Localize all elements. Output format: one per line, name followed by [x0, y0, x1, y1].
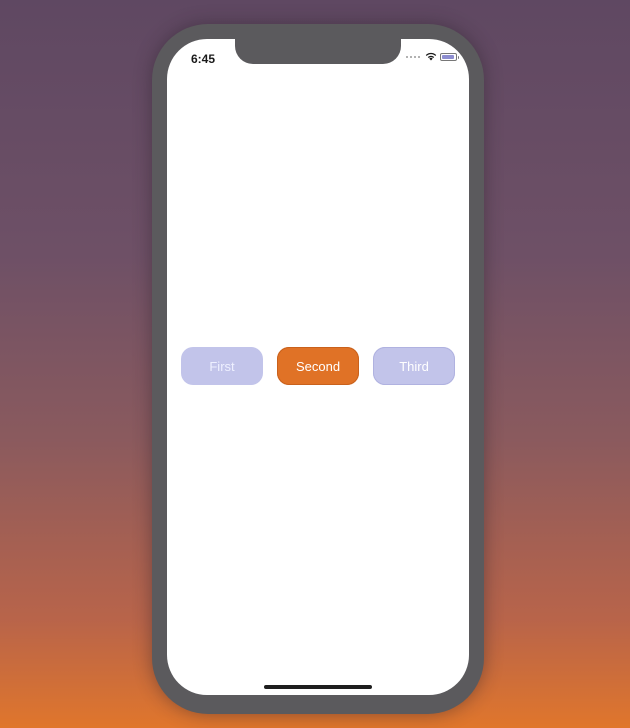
segment-second-button[interactable]: Second — [277, 347, 359, 385]
segment-third-button[interactable]: Third — [373, 347, 455, 385]
battery-icon — [440, 52, 459, 61]
wifi-icon — [425, 52, 437, 61]
home-indicator[interactable] — [264, 685, 372, 689]
signal-dots-icon — [406, 55, 420, 58]
status-time: 6:45 — [191, 52, 216, 66]
notch — [235, 39, 401, 64]
segment-first-button[interactable]: First — [181, 347, 263, 385]
status-icons — [406, 52, 459, 61]
phone-screen: 6:45 First Second Third — [167, 39, 469, 695]
